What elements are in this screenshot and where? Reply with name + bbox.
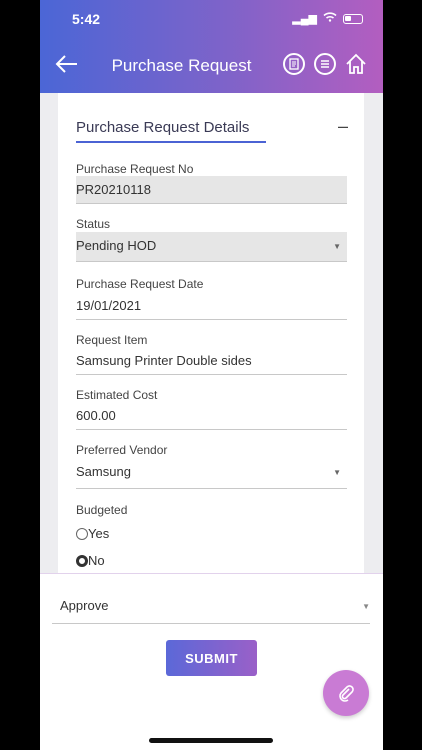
section-underline (76, 141, 266, 143)
approval-action-value: Approve (60, 598, 109, 613)
request-item-label: Request Item (76, 333, 148, 347)
status-select[interactable]: Pending HOD ▼ (76, 232, 347, 262)
home-icon[interactable] (344, 52, 368, 81)
request-no-field: PR20210118 (76, 176, 347, 204)
request-date-label: Purchase Request Date (76, 277, 204, 291)
approval-action-select[interactable]: Approve ▼ (52, 592, 370, 624)
budgeted-no-label: No (88, 553, 105, 568)
estimated-cost-value: 600.00 (76, 408, 116, 423)
request-no-value: PR20210118 (76, 182, 151, 197)
details-card: Purchase Request Details – Purchase Requ… (58, 93, 364, 573)
estimated-cost-field[interactable]: 600.00 (76, 402, 347, 430)
wifi-icon (323, 12, 337, 25)
request-date-value: 19/01/2021 (76, 298, 142, 313)
submit-button[interactable]: SUBMIT (166, 640, 257, 676)
action-footer: Approve ▼ SUBMIT (40, 573, 383, 750)
preferred-vendor-label: Preferred Vendor (76, 443, 168, 457)
status-time: 5:42 (72, 11, 101, 27)
document-icon[interactable] (283, 53, 305, 75)
estimated-cost-label: Estimated Cost (76, 388, 158, 402)
paperclip-icon (339, 685, 354, 702)
budgeted-option-no[interactable]: No (76, 553, 105, 568)
dropdown-caret-icon: ▼ (333, 242, 341, 251)
request-no-label: Purchase Request No (76, 162, 194, 176)
preferred-vendor-value: Samsung (76, 464, 131, 479)
section-title: Purchase Request Details (76, 119, 250, 136)
radio-checked-icon[interactable] (76, 554, 88, 567)
budgeted-option-yes[interactable]: Yes (76, 526, 109, 541)
home-indicator (149, 738, 273, 743)
status-value: Pending HOD (76, 238, 157, 253)
budgeted-yes-label: Yes (88, 526, 110, 541)
request-item-value: Samsung Printer Double sides (76, 353, 252, 368)
request-item-field[interactable]: Samsung Printer Double sides (76, 347, 347, 375)
phone-screen: 5:42 ▂▄▆ Purchase Request Purchase Reque… (40, 0, 383, 750)
radio-unchecked-icon[interactable] (76, 527, 88, 540)
preferred-vendor-select[interactable]: Samsung ▼ (76, 458, 347, 489)
chevron-down-icon: ▼ (362, 602, 370, 611)
status-label: Status (76, 217, 111, 231)
battery-icon (343, 13, 363, 24)
attachment-fab-button[interactable] (323, 670, 369, 716)
list-icon[interactable] (314, 53, 336, 75)
app-header: 5:42 ▂▄▆ Purchase Request (40, 0, 383, 93)
status-icons: ▂▄▆ (292, 12, 363, 25)
request-date-field[interactable]: 19/01/2021 (76, 292, 347, 320)
collapse-icon[interactable]: – (338, 117, 348, 135)
form-scroll-area[interactable]: Purchase Request Details – Purchase Requ… (40, 93, 383, 573)
signal-icon: ▂▄▆ (292, 13, 317, 25)
dropdown-caret-icon: ▼ (333, 468, 341, 477)
page-title: Purchase Request (111, 56, 252, 75)
budgeted-label: Budgeted (76, 503, 128, 517)
